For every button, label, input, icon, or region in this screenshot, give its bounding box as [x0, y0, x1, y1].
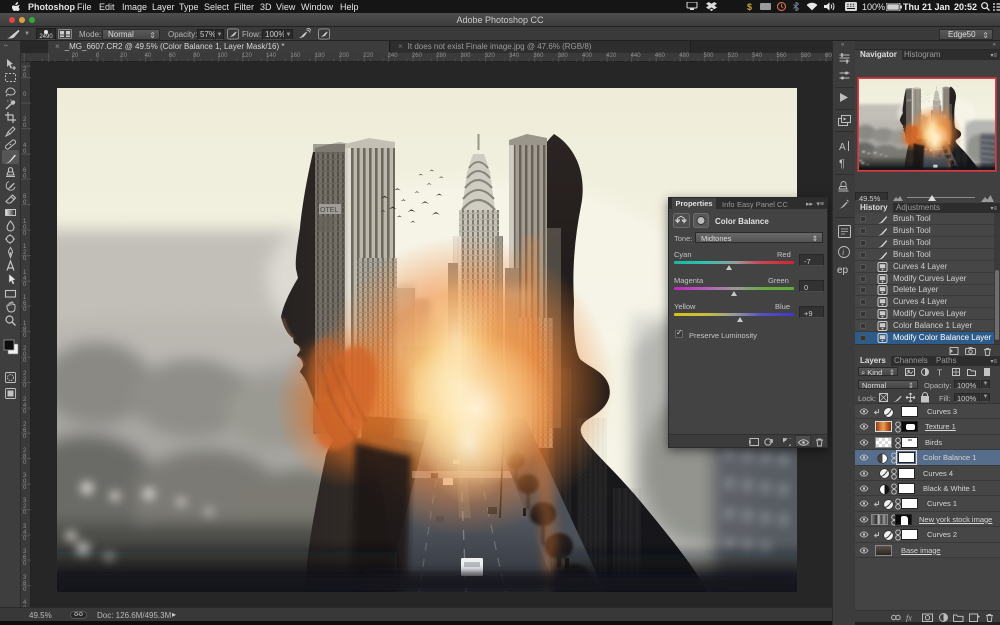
- svg-text:i: i: [842, 248, 844, 257]
- svg-text:A: A: [839, 142, 846, 153]
- svg-text:fx: fx: [906, 614, 912, 623]
- svg-text:ep: ep: [837, 265, 849, 276]
- svg-text:¶: ¶: [839, 158, 845, 170]
- svg-text:T: T: [937, 368, 942, 376]
